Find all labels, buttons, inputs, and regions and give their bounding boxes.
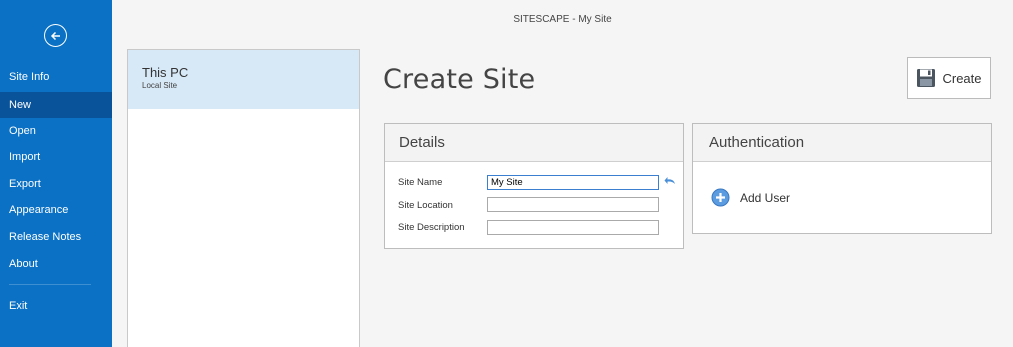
arrow-left-icon (50, 31, 60, 40)
site-location-label: Site Location (398, 200, 453, 211)
page-title: Create Site (383, 64, 536, 95)
site-name-label: Site Name (398, 177, 443, 188)
location-list: This PC Local Site (127, 49, 360, 347)
nav-item-open[interactable]: Open (0, 118, 112, 144)
add-user-button[interactable]: Add User (711, 188, 790, 207)
nav-item-export[interactable]: Export (0, 171, 112, 197)
create-button[interactable]: Create (907, 57, 991, 99)
authentication-panel-title: Authentication (693, 124, 991, 162)
create-button-label: Create (942, 70, 982, 86)
site-location-input[interactable] (487, 197, 659, 212)
window-title: SITESCAPE - My Site (513, 14, 612, 25)
nav-item-about[interactable]: About (0, 251, 112, 277)
undo-arrow-icon[interactable] (664, 176, 676, 186)
details-panel: Details Site Name Site Location Site Des… (384, 123, 684, 249)
nav-item-import[interactable]: Import (0, 144, 112, 170)
location-subtitle: Local Site (142, 81, 178, 90)
site-description-label: Site Description (398, 222, 465, 233)
details-panel-title: Details (385, 124, 683, 162)
nav-item-appearance[interactable]: Appearance (0, 197, 112, 223)
backstage-nav: Site Info New Open Import Export Appeara… (0, 0, 112, 347)
location-item-this-pc[interactable]: This PC Local Site (128, 50, 359, 109)
add-user-label: Add User (740, 190, 791, 205)
nav-item-new[interactable]: New (0, 92, 112, 118)
authentication-panel: Authentication Add User (692, 123, 992, 234)
location-name: This PC (142, 65, 189, 80)
nav-item-release-notes[interactable]: Release Notes (0, 224, 112, 250)
site-description-input[interactable] (487, 220, 659, 235)
site-name-input[interactable] (487, 175, 659, 190)
nav-item-exit[interactable]: Exit (0, 293, 112, 319)
back-button[interactable] (44, 24, 67, 47)
plus-circle-icon (711, 188, 730, 207)
save-disk-icon (917, 69, 936, 87)
nav-divider (9, 284, 91, 285)
nav-item-site-info[interactable]: Site Info (0, 64, 112, 90)
